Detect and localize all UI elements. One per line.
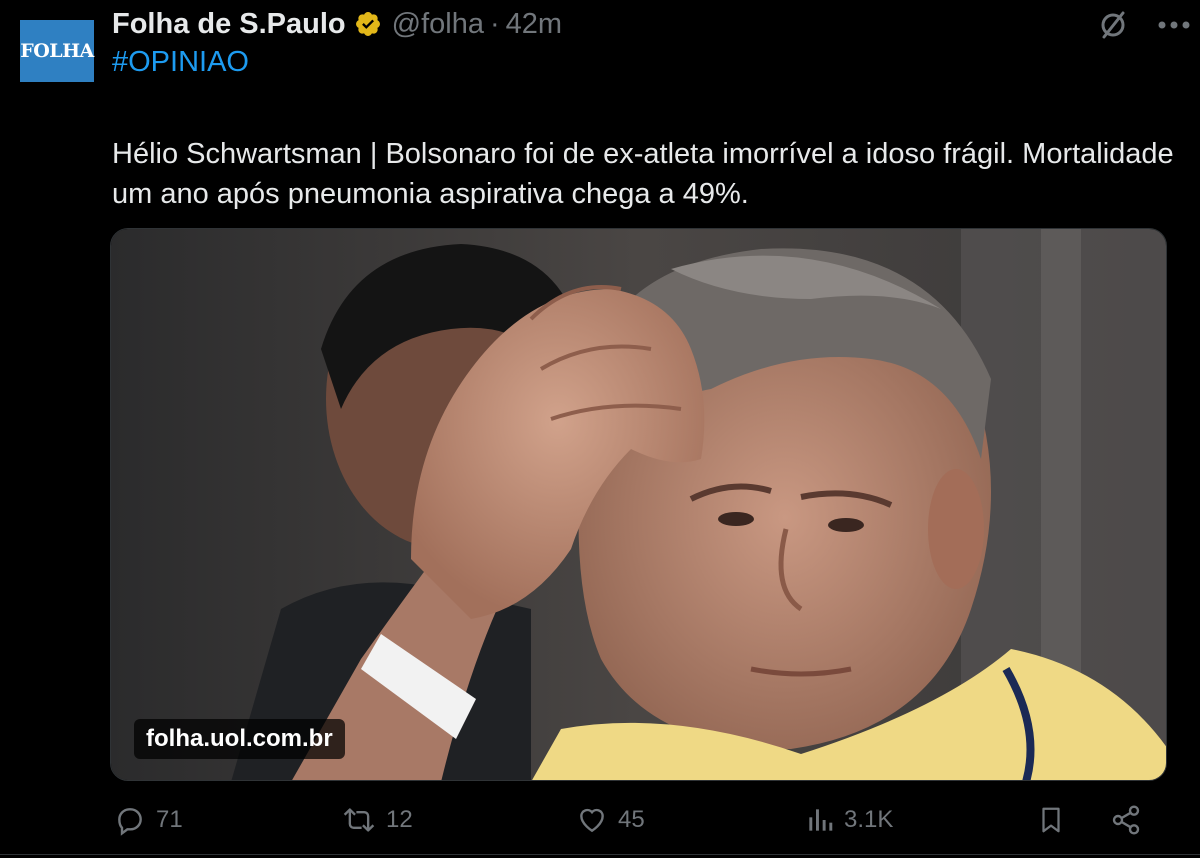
reply-icon xyxy=(118,808,142,836)
repost-button[interactable]: 12 xyxy=(342,800,413,840)
bookmark-button[interactable] xyxy=(1036,800,1076,840)
share-icon xyxy=(1112,805,1140,835)
reply-button[interactable]: 71 xyxy=(114,800,183,840)
like-button[interactable]: 45 xyxy=(576,800,645,840)
view-count: 3.1K xyxy=(844,806,894,833)
repost-count: 12 xyxy=(386,806,413,833)
news-photo xyxy=(111,229,1166,780)
hashtag-link[interactable]: #OPINIAO xyxy=(112,46,249,79)
like-count: 45 xyxy=(618,806,645,833)
reply-count: 71 xyxy=(156,806,183,833)
views-button[interactable]: 3.1K xyxy=(806,800,893,840)
tweet-text: Hélio Schwartsman | Bolsonaro foi de ex-… xyxy=(112,138,1174,210)
bookmark-icon xyxy=(1042,807,1060,833)
action-bar: 71 12 45 3.1K xyxy=(0,800,1200,840)
display-name[interactable]: Folha de S.Paulo xyxy=(112,8,346,41)
post-time[interactable]: 42m xyxy=(506,8,562,41)
account-handle[interactable]: @folha xyxy=(392,8,484,41)
tweet-header: Folha de S.Paulo @folha · 42m xyxy=(112,4,562,44)
avatar[interactable]: FOLHA xyxy=(20,20,94,82)
share-button[interactable] xyxy=(1110,800,1152,840)
more-options-icon[interactable] xyxy=(1156,8,1192,42)
views-chart-icon xyxy=(809,809,833,831)
heart-icon xyxy=(580,808,604,833)
repost-icon xyxy=(343,808,375,832)
verified-badge-icon xyxy=(355,12,380,36)
divider xyxy=(0,854,1200,855)
link-domain-badge[interactable]: folha.uol.com.br xyxy=(134,719,345,759)
grok-icon[interactable] xyxy=(1096,8,1130,42)
avatar-text: FOLHA xyxy=(20,40,94,62)
separator-dot: · xyxy=(489,7,500,40)
tweet-media-image[interactable] xyxy=(110,228,1167,781)
